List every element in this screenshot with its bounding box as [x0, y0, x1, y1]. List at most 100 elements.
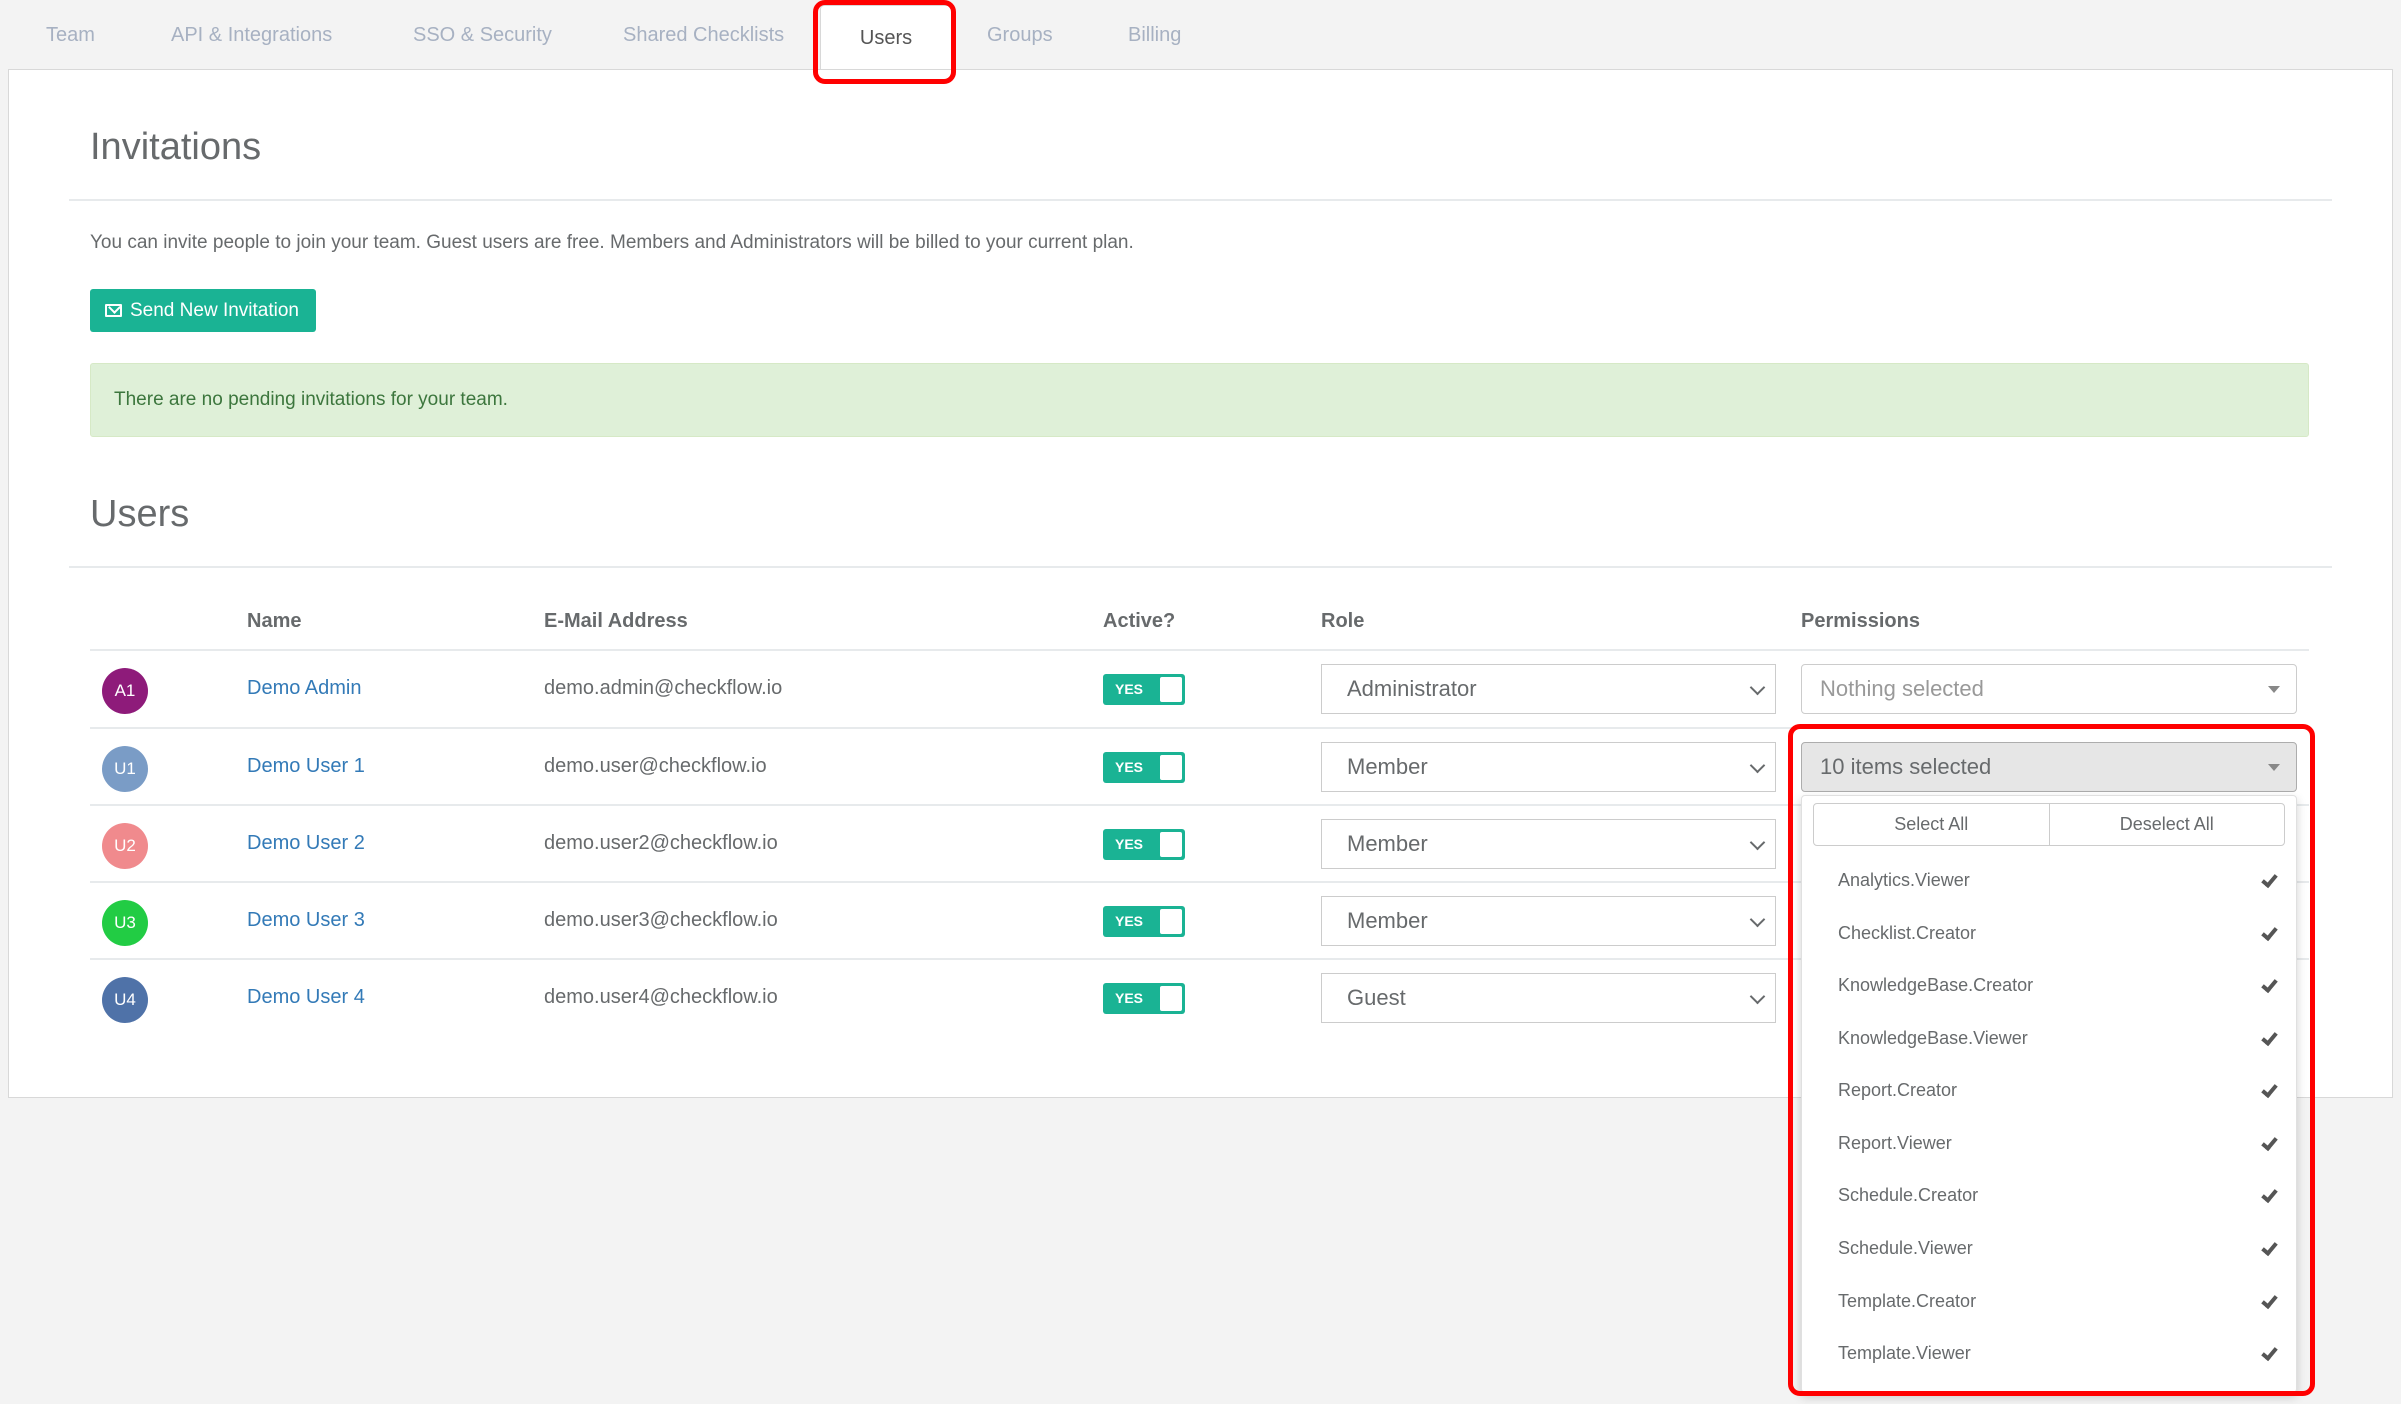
chevron-down-icon: [1749, 757, 1766, 774]
permission-option[interactable]: Schedule.Creator: [1802, 1169, 2296, 1221]
check-icon: [2261, 1028, 2278, 1047]
user-name-link[interactable]: Demo User 2: [247, 832, 365, 855]
chevron-down-icon: [1749, 988, 1766, 1005]
permissions-select-value: Nothing selected: [1820, 676, 1984, 701]
permission-option-label: KnowledgeBase.Creator: [1838, 974, 2034, 995]
role-select-value: Member: [1347, 831, 1428, 856]
active-toggle[interactable]: YES: [1103, 983, 1185, 1014]
permissions-select[interactable]: 10 items selected: [1801, 742, 2297, 792]
permission-option-label: Report.Viewer: [1838, 1132, 1952, 1153]
deselect-all-button[interactable]: Deselect All: [2048, 804, 2285, 845]
role-select[interactable]: Guest: [1321, 973, 1776, 1023]
permission-option[interactable]: Checklist.Creator: [1802, 907, 2296, 959]
check-icon: [2261, 1185, 2278, 1204]
check-icon: [2261, 1133, 2278, 1152]
invitations-divider: [69, 199, 2332, 201]
invitations-description: You can invite people to join your team.…: [90, 232, 1134, 253]
tab-users[interactable]: Users: [820, 5, 952, 71]
send-new-invitation-label: Send New Invitation: [130, 299, 299, 321]
permission-option-label: Template.Viewer: [1838, 1342, 1971, 1363]
check-icon: [2261, 1238, 2278, 1257]
check-icon: [2261, 975, 2278, 994]
tab-shared-checklists[interactable]: Shared Checklists: [623, 24, 784, 47]
tab-team[interactable]: Team: [46, 24, 95, 47]
avatar: U1: [102, 746, 148, 792]
user-name-link[interactable]: Demo Admin: [247, 677, 362, 700]
chevron-down-icon: [1749, 834, 1766, 851]
users-heading: Users: [90, 493, 190, 535]
permission-option[interactable]: Template.Creator: [1802, 1275, 2296, 1327]
permission-option-label: Schedule.Creator: [1838, 1184, 1979, 1205]
active-toggle[interactable]: YES: [1103, 752, 1185, 783]
avatar: U2: [102, 823, 148, 869]
permissions-select[interactable]: Nothing selected: [1801, 664, 2297, 714]
column-header-role: Role: [1321, 610, 1365, 632]
user-name-link[interactable]: Demo User 4: [247, 986, 365, 1009]
permission-option-label: Schedule.Viewer: [1838, 1237, 1973, 1258]
active-toggle[interactable]: YES: [1103, 906, 1185, 937]
invitations-heading: Invitations: [90, 126, 262, 168]
toggle-knob: [1160, 986, 1182, 1011]
check-icon: [2261, 1080, 2278, 1099]
avatar: A1: [102, 668, 148, 714]
check-icon: [2261, 1291, 2278, 1310]
permission-option[interactable]: KnowledgeBase.Viewer: [1802, 1012, 2296, 1064]
envelope-icon: [105, 304, 122, 317]
tab-sso-security[interactable]: SSO & Security: [413, 24, 552, 47]
check-icon: [2261, 1343, 2278, 1362]
tab-billing[interactable]: Billing: [1128, 24, 1181, 47]
permission-option-label: Report.Creator: [1838, 1079, 1958, 1100]
user-email: demo.user2@checkflow.io: [544, 832, 778, 854]
permission-option-label: Analytics.Viewer: [1838, 869, 1970, 890]
caret-down-icon: [2268, 686, 2280, 693]
column-header-name: Name: [247, 610, 302, 632]
alert-text: There are no pending invitations for you…: [114, 389, 508, 410]
row-divider: [90, 727, 2309, 729]
chevron-down-icon: [1749, 911, 1766, 928]
active-toggle-label: YES: [1115, 681, 1144, 697]
role-select-value: Administrator: [1347, 676, 1477, 701]
tab-groups[interactable]: Groups: [987, 24, 1053, 47]
active-toggle[interactable]: YES: [1103, 829, 1185, 860]
permissions-select-value: 10 items selected: [1820, 754, 1992, 779]
permissions-dropdown-menu: Select All Deselect All Analytics.Viewer…: [1801, 795, 2297, 1393]
role-select-value: Member: [1347, 908, 1428, 933]
user-name-link[interactable]: Demo User 1: [247, 755, 365, 778]
permission-option[interactable]: KnowledgeBase.Creator: [1802, 959, 2296, 1011]
permission-option-label: Checklist.Creator: [1838, 922, 1977, 943]
send-new-invitation-button[interactable]: Send New Invitation: [90, 289, 316, 332]
user-email: demo.user3@checkflow.io: [544, 909, 778, 931]
no-pending-invitations-alert: There are no pending invitations for you…: [90, 363, 2309, 437]
role-select-value: Member: [1347, 754, 1428, 779]
active-toggle[interactable]: YES: [1103, 674, 1185, 705]
role-select-value: Guest: [1347, 985, 1406, 1010]
role-select[interactable]: Member: [1321, 742, 1776, 792]
user-name-link[interactable]: Demo User 3: [247, 909, 365, 932]
settings-tabs: Team API & Integrations SSO & Security S…: [0, 0, 2401, 71]
avatar: U4: [102, 977, 148, 1023]
user-email: demo.admin@checkflow.io: [544, 677, 783, 699]
check-icon: [2261, 923, 2278, 942]
permission-option-label: KnowledgeBase.Viewer: [1838, 1027, 2028, 1048]
select-all-button[interactable]: Select All: [1814, 804, 2049, 845]
column-header-permissions: Permissions: [1801, 610, 1920, 632]
column-header-active: Active?: [1103, 610, 1176, 632]
toggle-knob: [1160, 909, 1182, 934]
permission-option[interactable]: Report.Creator: [1802, 1064, 2296, 1116]
role-select[interactable]: Administrator: [1321, 664, 1776, 714]
toggle-knob: [1160, 677, 1182, 702]
active-toggle-label: YES: [1115, 913, 1144, 929]
role-select[interactable]: Member: [1321, 819, 1776, 869]
permission-option[interactable]: Template.Viewer: [1802, 1327, 2296, 1379]
permission-option[interactable]: Analytics.Viewer: [1802, 854, 2296, 906]
user-email: demo.user@checkflow.io: [544, 755, 767, 777]
column-header-email: E-Mail Address: [544, 610, 688, 632]
role-select[interactable]: Member: [1321, 896, 1776, 946]
permission-option[interactable]: Report.Viewer: [1802, 1117, 2296, 1169]
permission-option[interactable]: Schedule.Viewer: [1802, 1222, 2296, 1274]
avatar: U3: [102, 900, 148, 946]
tab-api-integrations[interactable]: API & Integrations: [171, 24, 332, 47]
users-divider: [69, 566, 2332, 568]
active-toggle-label: YES: [1115, 759, 1144, 775]
user-email: demo.user4@checkflow.io: [544, 986, 778, 1008]
